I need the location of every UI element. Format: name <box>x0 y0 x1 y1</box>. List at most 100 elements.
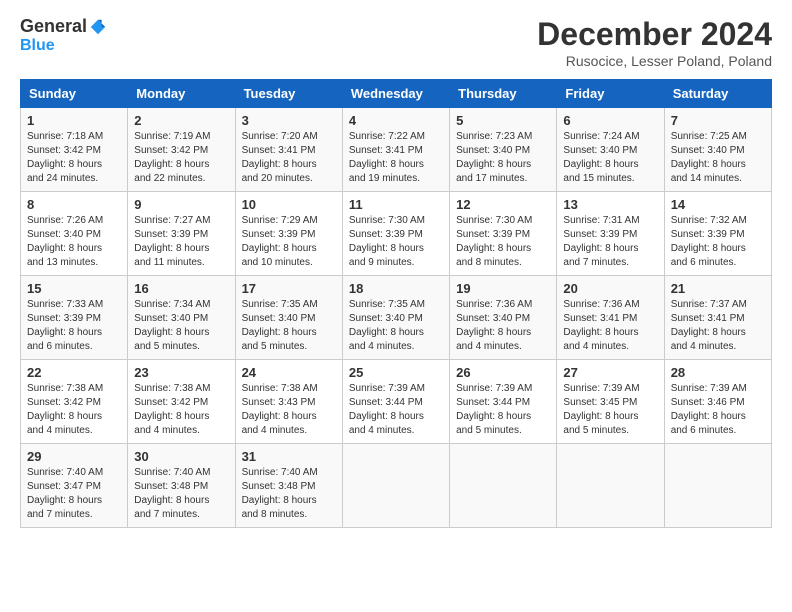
logo-blue-text: Blue <box>20 37 55 55</box>
calendar-cell: 15Sunrise: 7:33 AM Sunset: 3:39 PM Dayli… <box>21 276 128 360</box>
calendar-cell: 16 Sunrise: 7:34 AM Sunset: 3:40 PM Dayli… <box>128 276 235 360</box>
calendar-header-sunday: Sunday <box>21 80 128 108</box>
calendar-cell <box>342 444 449 528</box>
calendar-cell: 28Sunrise: 7:39 AM Sunset: 3:46 PM Dayli… <box>664 360 771 444</box>
day-number: 18 <box>349 281 443 296</box>
day-number: 8 <box>27 197 121 212</box>
day-number: 2 <box>134 113 228 128</box>
day-info: Sunrise: 7:33 AM Sunset: 3:39 PM Dayligh… <box>27 298 121 354</box>
calendar-cell <box>557 444 664 528</box>
day-number: 16 <box>134 281 228 296</box>
day-info: Sunrise: 7:38 AM Sunset: 3:42 PM Dayligh… <box>134 382 228 438</box>
calendar-cell: 21 Sunrise: 7:37 AM Sunset: 3:41 PM Dayli… <box>664 276 771 360</box>
day-info: Sunrise: 7:30 AM Sunset: 3:39 PM Dayligh… <box>456 214 550 270</box>
calendar-cell: 12 Sunrise: 7:30 AM Sunset: 3:39 PM Dayli… <box>450 192 557 276</box>
calendar-cell: 27 Sunrise: 7:39 AM Sunset: 3:45 PM Dayli… <box>557 360 664 444</box>
calendar-header-friday: Friday <box>557 80 664 108</box>
calendar-cell: 22Sunrise: 7:38 AM Sunset: 3:42 PM Dayli… <box>21 360 128 444</box>
calendar-cell: 1 Sunrise: 7:18 AM Sunset: 3:42 PM Daylig… <box>21 108 128 192</box>
day-number: 27 <box>563 365 657 380</box>
logo: General Blue <box>20 16 107 55</box>
day-info: Sunrise: 7:39 AM Sunset: 3:46 PM Dayligh… <box>671 382 765 438</box>
calendar-cell: 26Sunrise: 7:39 AM Sunset: 3:44 PM Dayli… <box>450 360 557 444</box>
calendar-header-tuesday: Tuesday <box>235 80 342 108</box>
calendar-cell: 4Sunrise: 7:22 AM Sunset: 3:41 PM Daylig… <box>342 108 449 192</box>
day-info: Sunrise: 7:39 AM Sunset: 3:45 PM Dayligh… <box>563 382 657 438</box>
title-section: December 2024 Rusocice, Lesser Poland, P… <box>537 16 772 69</box>
day-number: 9 <box>134 197 228 212</box>
calendar-header-thursday: Thursday <box>450 80 557 108</box>
calendar-cell: 30Sunrise: 7:40 AM Sunset: 3:48 PM Dayli… <box>128 444 235 528</box>
day-number: 25 <box>349 365 443 380</box>
day-info: Sunrise: 7:36 AM Sunset: 3:40 PM Dayligh… <box>456 298 550 354</box>
day-number: 21 <box>671 281 765 296</box>
calendar-cell: 3Sunrise: 7:20 AM Sunset: 3:41 PM Daylig… <box>235 108 342 192</box>
day-info: Sunrise: 7:35 AM Sunset: 3:40 PM Dayligh… <box>349 298 443 354</box>
calendar-cell: 18 Sunrise: 7:35 AM Sunset: 3:40 PM Dayli… <box>342 276 449 360</box>
calendar-header-monday: Monday <box>128 80 235 108</box>
calendar-cell: 13 Sunrise: 7:31 AM Sunset: 3:39 PM Dayli… <box>557 192 664 276</box>
calendar-table: SundayMondayTuesdayWednesdayThursdayFrid… <box>20 79 772 528</box>
calendar-cell: 8 Sunrise: 7:26 AM Sunset: 3:40 PM Daylig… <box>21 192 128 276</box>
day-info: Sunrise: 7:40 AM Sunset: 3:48 PM Dayligh… <box>134 466 228 522</box>
day-info: Sunrise: 7:39 AM Sunset: 3:44 PM Dayligh… <box>349 382 443 438</box>
day-number: 31 <box>242 449 336 464</box>
day-number: 13 <box>563 197 657 212</box>
day-number: 26 <box>456 365 550 380</box>
day-number: 1 <box>27 113 121 128</box>
day-info: Sunrise: 7:40 AM Sunset: 3:47 PM Dayligh… <box>27 466 121 522</box>
calendar-cell: 5 Sunrise: 7:23 AM Sunset: 3:40 PM Daylig… <box>450 108 557 192</box>
day-number: 14 <box>671 197 765 212</box>
calendar-cell: 9Sunrise: 7:27 AM Sunset: 3:39 PM Daylig… <box>128 192 235 276</box>
calendar-cell: 7Sunrise: 7:25 AM Sunset: 3:40 PM Daylig… <box>664 108 771 192</box>
day-number: 5 <box>456 113 550 128</box>
day-info: Sunrise: 7:29 AM Sunset: 3:39 PM Dayligh… <box>242 214 336 270</box>
logo-icon <box>89 18 107 36</box>
day-number: 11 <box>349 197 443 212</box>
day-info: Sunrise: 7:32 AM Sunset: 3:39 PM Dayligh… <box>671 214 765 270</box>
day-info: Sunrise: 7:31 AM Sunset: 3:39 PM Dayligh… <box>563 214 657 270</box>
day-info: Sunrise: 7:34 AM Sunset: 3:40 PM Dayligh… <box>134 298 228 354</box>
calendar-week-row: 15Sunrise: 7:33 AM Sunset: 3:39 PM Dayli… <box>21 276 772 360</box>
day-number: 24 <box>242 365 336 380</box>
day-number: 10 <box>242 197 336 212</box>
calendar-cell: 31 Sunrise: 7:40 AM Sunset: 3:48 PM Dayli… <box>235 444 342 528</box>
calendar-cell: 6Sunrise: 7:24 AM Sunset: 3:40 PM Daylig… <box>557 108 664 192</box>
calendar-cell: 11Sunrise: 7:30 AM Sunset: 3:39 PM Dayli… <box>342 192 449 276</box>
calendar-header-wednesday: Wednesday <box>342 80 449 108</box>
calendar-week-row: 1 Sunrise: 7:18 AM Sunset: 3:42 PM Daylig… <box>21 108 772 192</box>
day-number: 29 <box>27 449 121 464</box>
calendar-cell: 29 Sunrise: 7:40 AM Sunset: 3:47 PM Dayli… <box>21 444 128 528</box>
day-number: 6 <box>563 113 657 128</box>
day-number: 4 <box>349 113 443 128</box>
day-number: 7 <box>671 113 765 128</box>
calendar-header-row: SundayMondayTuesdayWednesdayThursdayFrid… <box>21 80 772 108</box>
day-info: Sunrise: 7:38 AM Sunset: 3:42 PM Dayligh… <box>27 382 121 438</box>
logo-general-text: General <box>20 16 87 37</box>
calendar-header-saturday: Saturday <box>664 80 771 108</box>
calendar-cell: 24 Sunrise: 7:38 AM Sunset: 3:43 PM Dayli… <box>235 360 342 444</box>
day-info: Sunrise: 7:38 AM Sunset: 3:43 PM Dayligh… <box>242 382 336 438</box>
calendar-cell <box>450 444 557 528</box>
day-number: 12 <box>456 197 550 212</box>
calendar-week-row: 8 Sunrise: 7:26 AM Sunset: 3:40 PM Daylig… <box>21 192 772 276</box>
day-info: Sunrise: 7:20 AM Sunset: 3:41 PM Dayligh… <box>242 130 336 186</box>
day-number: 23 <box>134 365 228 380</box>
day-info: Sunrise: 7:37 AM Sunset: 3:41 PM Dayligh… <box>671 298 765 354</box>
calendar-cell: 19 Sunrise: 7:36 AM Sunset: 3:40 PM Dayli… <box>450 276 557 360</box>
day-info: Sunrise: 7:26 AM Sunset: 3:40 PM Dayligh… <box>27 214 121 270</box>
day-info: Sunrise: 7:40 AM Sunset: 3:48 PM Dayligh… <box>242 466 336 522</box>
calendar-cell: 10 Sunrise: 7:29 AM Sunset: 3:39 PM Dayli… <box>235 192 342 276</box>
day-info: Sunrise: 7:36 AM Sunset: 3:41 PM Dayligh… <box>563 298 657 354</box>
month-title: December 2024 <box>537 16 772 53</box>
day-number: 19 <box>456 281 550 296</box>
day-info: Sunrise: 7:18 AM Sunset: 3:42 PM Dayligh… <box>27 130 121 186</box>
day-info: Sunrise: 7:35 AM Sunset: 3:40 PM Dayligh… <box>242 298 336 354</box>
day-number: 17 <box>242 281 336 296</box>
calendar-cell: 25 Sunrise: 7:39 AM Sunset: 3:44 PM Dayli… <box>342 360 449 444</box>
day-info: Sunrise: 7:19 AM Sunset: 3:42 PM Dayligh… <box>134 130 228 186</box>
day-info: Sunrise: 7:23 AM Sunset: 3:40 PM Dayligh… <box>456 130 550 186</box>
calendar-cell: 2 Sunrise: 7:19 AM Sunset: 3:42 PM Daylig… <box>128 108 235 192</box>
calendar-week-row: 22Sunrise: 7:38 AM Sunset: 3:42 PM Dayli… <box>21 360 772 444</box>
calendar-cell: 20Sunrise: 7:36 AM Sunset: 3:41 PM Dayli… <box>557 276 664 360</box>
